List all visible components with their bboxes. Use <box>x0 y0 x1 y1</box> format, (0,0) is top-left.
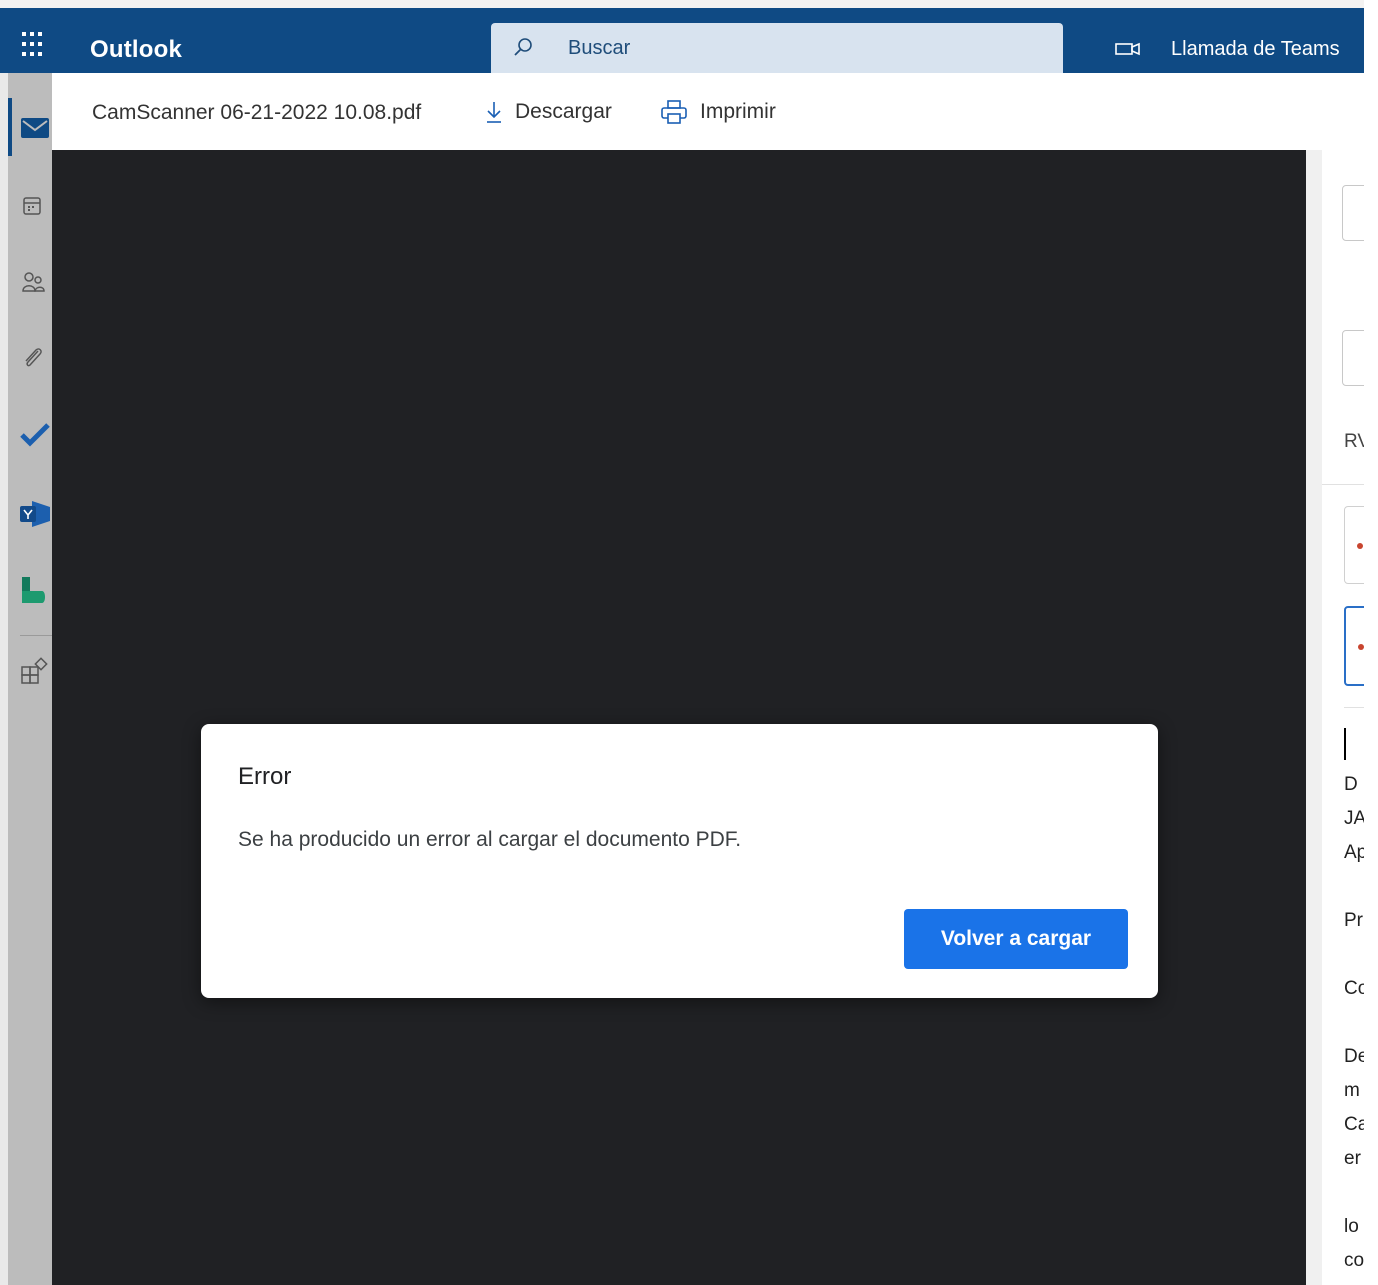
message-subject-fragment: RV <box>1344 431 1364 452</box>
divider <box>1344 707 1364 708</box>
video-camera-icon <box>1115 42 1140 56</box>
file-viewer-toolbar: CamScanner 06-21-2022 10.08.pdf Descarga… <box>52 73 1364 150</box>
left-navigation-rail <box>0 73 52 1285</box>
search-placeholder: Buscar <box>568 37 631 59</box>
viewer-border <box>1306 150 1322 1285</box>
teams-call-label: Llamada de Teams <box>1171 37 1340 60</box>
download-label: Descargar <box>515 100 612 123</box>
bookings-icon[interactable] <box>20 575 50 605</box>
print-label: Imprimir <box>700 100 776 123</box>
calendar-icon[interactable] <box>20 194 44 218</box>
attachment-card-selected[interactable] <box>1344 606 1364 686</box>
mail-icon[interactable] <box>20 117 50 139</box>
reading-pane-field[interactable] <box>1342 330 1364 386</box>
text-caret <box>1344 728 1346 760</box>
search-icon <box>514 38 532 56</box>
window-top-strip <box>0 0 1378 8</box>
reload-button[interactable]: Volver a cargar <box>904 909 1128 969</box>
reading-pane-field[interactable] <box>1342 185 1364 241</box>
search-box[interactable]: Buscar <box>491 23 1063 73</box>
print-button[interactable]: Imprimir <box>660 95 776 129</box>
app-name[interactable]: Outlook <box>90 36 182 64</box>
app-launcher-icon[interactable] <box>22 32 48 58</box>
checkmark-icon[interactable] <box>20 421 50 447</box>
file-name: CamScanner 06-21-2022 10.08.pdf <box>92 101 422 124</box>
dialog-title: Error <box>238 763 292 790</box>
active-indicator <box>8 98 12 156</box>
pdf-file-icon <box>1357 543 1363 549</box>
download-icon <box>487 102 501 123</box>
window-edge <box>1364 0 1378 1285</box>
paperclip-icon[interactable] <box>20 345 46 371</box>
reading-pane: RV D JA Ap Pr Co De m Ca er lo co <box>1322 150 1364 1285</box>
dialog-message: Se ha producido un error al cargar el do… <box>238 828 742 851</box>
rail-shade <box>0 73 8 1285</box>
pdf-viewer <box>52 150 1306 1285</box>
download-button[interactable]: Descargar <box>485 95 612 129</box>
printer-icon <box>661 100 687 124</box>
teams-call-button[interactable]: Llamada de Teams <box>1115 34 1340 64</box>
message-body-fragment[interactable]: D JA Ap Pr Co De m Ca er lo co <box>1344 768 1364 1278</box>
attachment-card[interactable] <box>1344 506 1364 584</box>
error-dialog: Error Se ha producido un error al cargar… <box>201 724 1158 998</box>
top-bar: Outlook Buscar Llamada de Teams <box>0 0 1378 73</box>
divider <box>1322 484 1364 485</box>
rail-divider <box>20 635 52 636</box>
apps-icon[interactable] <box>20 657 48 685</box>
yammer-icon[interactable] <box>20 499 52 529</box>
people-icon[interactable] <box>20 269 46 295</box>
